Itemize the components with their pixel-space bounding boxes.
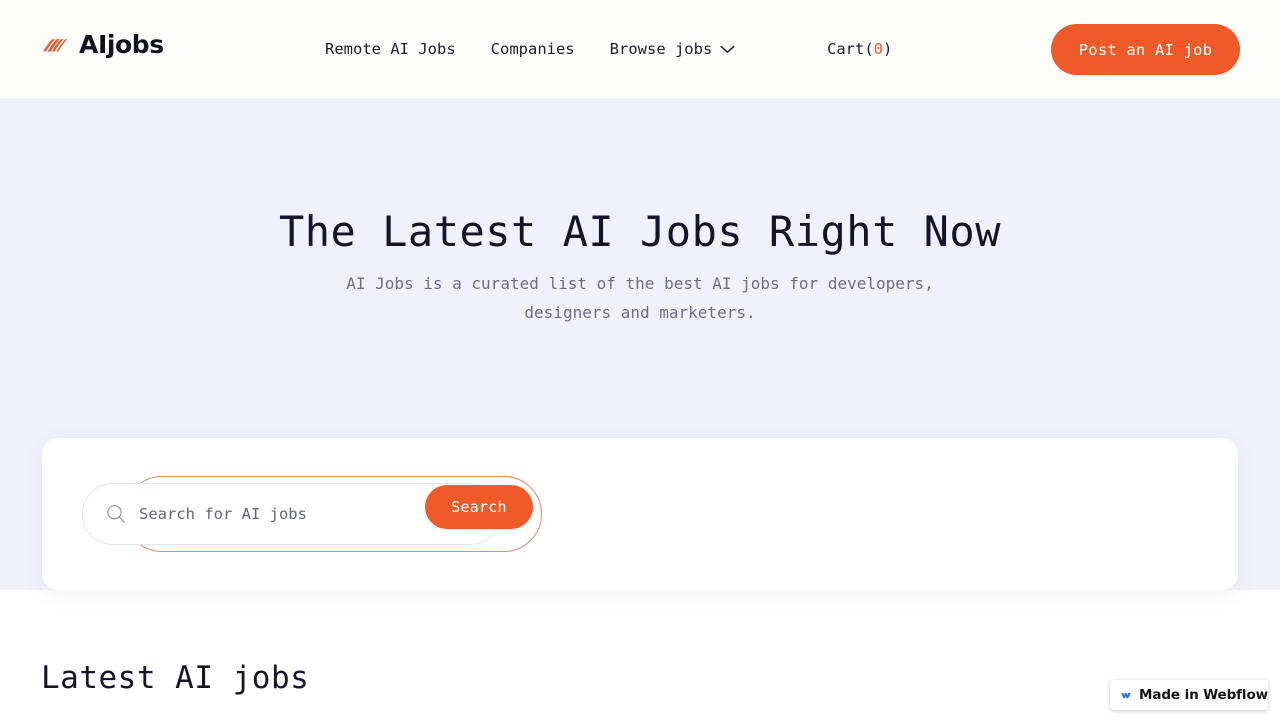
hero-title: The Latest AI Jobs Right Now — [278, 207, 1001, 256]
nav-item-browse-jobs-label: Browse jobs — [609, 40, 713, 58]
latest-jobs-title: Latest AI jobs — [41, 660, 310, 696]
post-an-ai-job-button[interactable]: Post an AI job — [1051, 24, 1240, 75]
search-icon — [107, 504, 125, 523]
made-in-webflow-label: Made in Webflow — [1139, 687, 1268, 703]
cart-label: Cart( — [827, 40, 874, 58]
logo[interactable]: AIjobs — [40, 30, 164, 60]
webflow-logo-icon — [1121, 692, 1131, 698]
nav-item-companies[interactable]: Companies — [491, 36, 575, 62]
cart-label-end: ) — [883, 40, 893, 58]
cart-count: 0 — [873, 40, 884, 58]
search-input[interactable] — [139, 499, 354, 529]
chevron-down-icon — [720, 45, 735, 53]
cart-link[interactable]: Cart(0) — [827, 36, 892, 62]
logo-text: AIjobs — [79, 30, 164, 59]
search-button[interactable]: Search — [425, 485, 533, 529]
site-header: AIjobs Remote AI Jobs Companies Browse j… — [0, 0, 1280, 98]
hero-subtitle: AI Jobs is a curated list of the best AI… — [346, 274, 934, 322]
made-in-webflow-badge[interactable]: Made in Webflow — [1110, 680, 1268, 710]
search-card: Search Location Job Level — [42, 438, 1238, 590]
main-nav: Remote AI Jobs Companies Browse jobs — [325, 36, 735, 62]
aljobs-slanted-bars-icon — [43, 39, 68, 52]
nav-item-browse-jobs[interactable]: Browse jobs — [610, 36, 736, 62]
nav-item-remote-ai-jobs[interactable]: Remote AI Jobs — [325, 36, 456, 62]
latest-jobs-section: Latest AI jobs — [0, 590, 1280, 720]
search-field-group: Search — [82, 476, 542, 552]
